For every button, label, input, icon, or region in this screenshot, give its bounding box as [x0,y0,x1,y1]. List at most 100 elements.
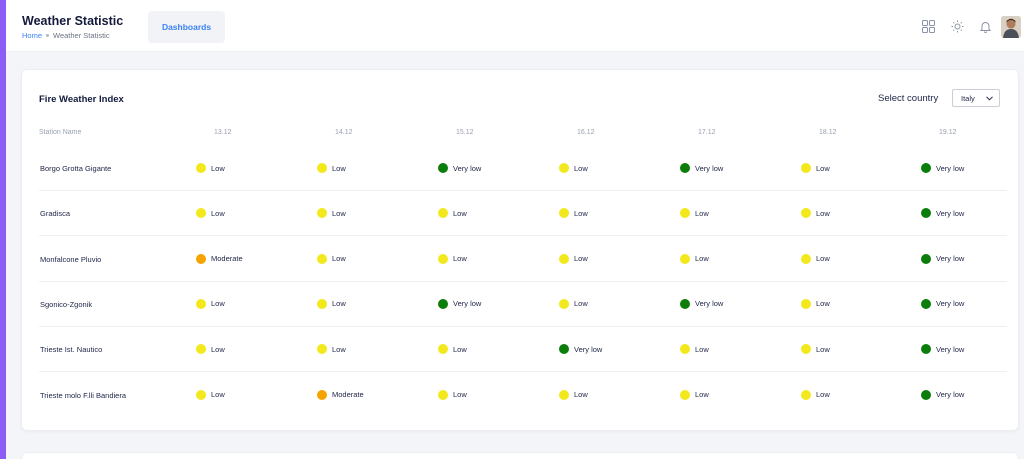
level-label: Low [332,163,346,173]
level-dot-icon [559,208,569,219]
level-dot-icon [921,208,931,219]
table-row: Borgo Grotta Gigante Low Low Very low Low Ver… [39,146,1007,191]
level-dot-icon [680,208,690,219]
level-label: Low [816,254,830,264]
station-name: Sgonico-Zgonik [40,299,93,309]
level-dot-icon [196,208,206,219]
level-dot-icon [680,389,690,400]
fwi-cell: Low [801,207,830,219]
fwi-cell: Very low [559,343,602,355]
table-row: Sgonico-Zgonik Low Low Very low Low Very low L… [39,282,1007,327]
level-dot-icon [438,253,448,264]
fwi-cell: Very low [921,343,964,355]
chevron-down-icon [986,94,993,103]
fwi-cell: Low [438,343,467,355]
table-row: Gradisca Low Low Low Low Low Low Very low [39,191,1007,237]
fwi-cell: Low [559,298,588,310]
level-dot-icon [801,389,811,400]
level-label: Low [816,299,830,309]
fwi-cell: Low [196,343,225,355]
level-label: Very low [453,299,482,309]
dashboards-button[interactable]: Dashboards [148,11,225,43]
fwi-cell: Low [801,162,830,174]
fwi-cell: Low [317,298,346,310]
select-country-label: Select country [878,93,939,104]
level-dot-icon [438,344,448,355]
fwi-cell: Low [801,253,830,265]
fire-weather-index-card: Fire Weather Index Select country Italy … [21,69,1019,431]
level-label: Low [695,344,709,354]
station-name: Borgo Grotta Gigante [40,164,112,173]
level-dot-icon [801,253,811,264]
fwi-cell: Very low [921,298,964,310]
column-header-date: 19.12 [939,129,957,136]
fwi-cell: Moderate [196,253,243,265]
breadcrumb-separator-icon [46,34,50,37]
fwi-cell: Low [317,162,346,174]
level-label: Low [453,390,467,399]
column-header-date: 13.12 [214,129,232,136]
level-label: Low [332,254,346,264]
fwi-cell: Very low [921,207,964,219]
fwi-cell: Low [196,389,225,401]
fwi-cell: Low [196,298,225,310]
fwi-cell: Low [680,343,709,355]
level-label: Moderate [211,254,243,264]
country-select[interactable]: Italy [952,89,1000,107]
level-dot-icon [317,344,327,355]
level-dot-icon [921,163,931,173]
bell-icon[interactable] [977,18,993,34]
country-select-value: Italy [961,93,975,103]
top-header: Weather Statistic Home Weather Statistic… [6,0,1024,52]
table-row: Trieste Ist. Nautico Low Low Low Very low Low… [39,327,1007,373]
level-dot-icon [801,344,811,355]
level-label: Low [211,208,225,218]
column-header-date: 17.12 [698,129,716,136]
level-label: Very low [574,344,603,354]
level-dot-icon [559,344,569,355]
fwi-cell: Low [438,389,467,401]
station-name: Gradisca [40,209,71,219]
level-dot-icon [438,298,448,309]
level-label: Very low [695,299,724,309]
table-row: Monfalcone Pluvio Moderate Low Low Low Low Low… [39,237,1007,282]
next-card [21,452,1019,459]
level-dot-icon [196,298,206,309]
level-dot-icon [196,389,206,400]
fwi-cell: Very low [921,253,964,265]
level-dot-icon [438,389,448,400]
station-name: Monfalcone Pluvio [40,254,102,264]
table-row: Trieste molo F.lli Bandiera Low Moderate Lo… [39,373,1007,418]
level-dot-icon [196,253,206,264]
fwi-cell: Low [801,389,830,401]
fwi-cell: Low [559,207,588,219]
level-label: Low [332,208,346,218]
level-label: Low [332,299,346,309]
fwi-cell: Low [559,253,588,265]
level-dot-icon [801,298,811,309]
page-title: Weather Statistic [22,14,124,28]
level-dot-icon [438,208,448,219]
column-header-date: 15.12 [456,129,474,136]
level-dot-icon [559,163,569,173]
level-label: Low [211,344,225,354]
level-dot-icon [559,298,569,309]
level-label: Low [574,299,588,309]
avatar[interactable] [1001,16,1021,38]
fwi-cell: Very low [921,162,964,174]
breadcrumb-home-link[interactable]: Home [22,31,42,40]
column-header-station: Station Name [39,129,82,136]
fwi-cell: Low [680,253,709,265]
level-label: Low [574,163,588,173]
sun-icon[interactable] [949,18,965,34]
level-label: Low [453,254,467,264]
level-label: Very low [695,163,724,173]
fwi-cell: Low [196,162,225,174]
grid-icon[interactable] [920,18,936,34]
fwi-cell: Very low [438,298,481,310]
level-dot-icon [921,389,931,400]
level-label: Very low [936,208,965,218]
level-label: Very low [936,390,965,399]
level-label: Low [816,344,830,354]
fwi-cell: Very low [680,162,723,174]
